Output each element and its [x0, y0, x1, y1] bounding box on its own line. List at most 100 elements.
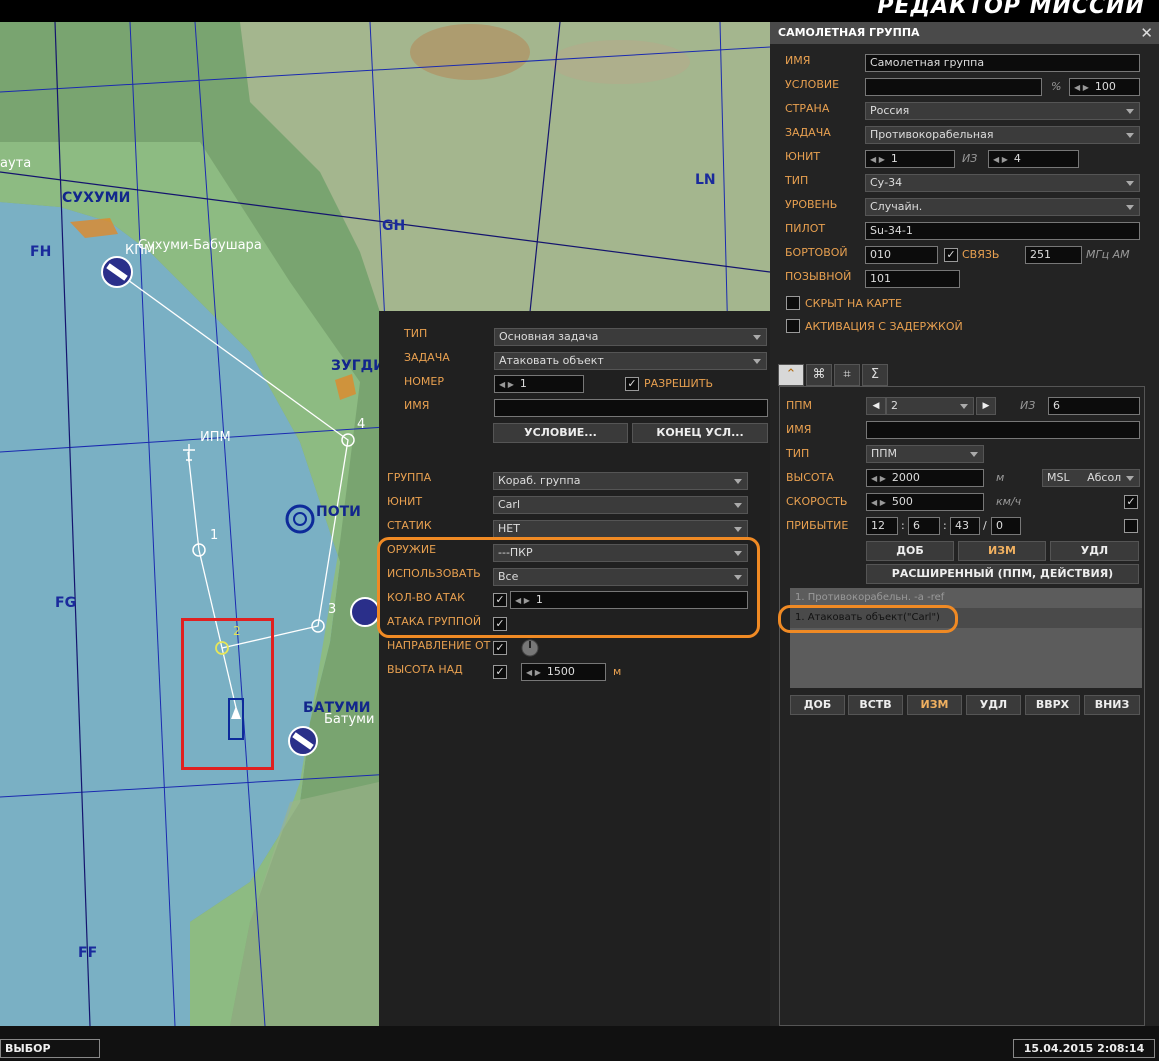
- action-down-button[interactable]: ВНИЗ: [1084, 695, 1140, 715]
- rp-unit-of-label: ИЗ: [962, 152, 978, 165]
- group-dropdown[interactable]: Кораб. группа: [493, 472, 748, 490]
- tab-route[interactable]: ⌃: [778, 364, 804, 386]
- chevron-down-icon: [1126, 133, 1134, 138]
- percent-sign: %: [1051, 80, 1062, 93]
- wp-arrival-sep-1: :: [901, 519, 905, 532]
- wp-speed-unit: км/ч: [996, 495, 1022, 508]
- wp-prev-button[interactable]: ◀: [866, 397, 886, 415]
- spinner-arrows-icon: ◀ ▶: [871, 474, 886, 483]
- map-label-sukhumi: СУХУМИ: [62, 190, 131, 206]
- wp-speed-spinner[interactable]: ◀ ▶ 500: [866, 493, 984, 511]
- task-task-value: Атаковать объект: [499, 354, 604, 367]
- wp-of-label: ИЗ: [1020, 399, 1036, 412]
- unit-dropdown[interactable]: Carl: [493, 496, 748, 514]
- task-number-spinner[interactable]: ◀ ▶ 1: [494, 375, 584, 393]
- wp-alt-spinner[interactable]: ◀ ▶ 2000: [866, 469, 984, 487]
- action-up-button[interactable]: ВВРХ: [1025, 695, 1080, 715]
- aircraft-group-panel: САМОЛЕТНАЯ ГРУППА ✕ ИМЯ Самолетная групп…: [770, 22, 1159, 1026]
- rp-skill-label: УРОВЕНЬ: [785, 198, 838, 211]
- altitude-checkbox[interactable]: ✓: [493, 665, 507, 679]
- wp-arrival-days[interactable]: 0: [991, 517, 1021, 535]
- wp-alt-unit: м: [996, 471, 1005, 484]
- wp-advanced-button[interactable]: РАСШИРЕННЫЙ (ППМ, ДЕЙСТВИЯ): [866, 564, 1139, 584]
- rp-freq-input[interactable]: 251: [1025, 246, 1082, 264]
- task-name-input[interactable]: [494, 399, 768, 417]
- direction-dial-icon[interactable]: [520, 638, 540, 658]
- static-dropdown[interactable]: НЕТ: [493, 520, 748, 538]
- rp-skill-dropdown[interactable]: Случайн.: [865, 198, 1140, 216]
- condition-button[interactable]: УСЛОВИЕ...: [493, 423, 628, 443]
- task-type-dropdown[interactable]: Основная задача: [494, 328, 767, 346]
- wp-next-button[interactable]: ▶: [976, 397, 996, 415]
- rp-comm-checkbox[interactable]: ✓: [944, 248, 958, 262]
- wp-alt-mode-dropdown[interactable]: MSL Абсол: [1042, 469, 1140, 487]
- chevron-down-icon: [753, 335, 761, 340]
- rp-pilot-input[interactable]: Su-34-1: [865, 222, 1140, 240]
- chevron-down-icon: [1126, 476, 1134, 481]
- rp-type-dropdown[interactable]: Су-34: [865, 174, 1140, 192]
- wp-speed-lock-checkbox[interactable]: ✓: [1124, 495, 1138, 509]
- rp-unit-total-spinner[interactable]: ◀ ▶ 4: [988, 150, 1079, 168]
- direction-checkbox[interactable]: ✓: [493, 641, 507, 655]
- chevron-down-icon: [960, 404, 968, 409]
- map-label-ipm: ИПМ: [200, 430, 231, 445]
- wp-type-dropdown[interactable]: ППМ: [866, 445, 984, 463]
- late-activation-label: АКТИВАЦИЯ С ЗАДЕРЖКОЙ: [805, 320, 963, 333]
- rp-country-dropdown[interactable]: Россия: [865, 102, 1140, 120]
- wp-arrival-hours[interactable]: 12: [866, 517, 898, 535]
- rp-name-input[interactable]: Самолетная группа: [865, 54, 1140, 72]
- static-label: СТАТИК: [387, 519, 432, 532]
- wp-ppm-dropdown[interactable]: 2: [886, 397, 974, 415]
- altitude-value: 1500: [546, 665, 575, 678]
- wp-delete-button[interactable]: УДЛ: [1050, 541, 1139, 561]
- wp-arrival-lock-checkbox[interactable]: [1124, 519, 1138, 533]
- chevron-down-icon: [734, 527, 742, 532]
- wp-edit-button[interactable]: ИЗМ: [958, 541, 1046, 561]
- action-add-button[interactable]: ДОБ: [790, 695, 845, 715]
- allow-checkbox[interactable]: ✓: [625, 377, 639, 391]
- wp-alt-mode: Абсол: [1087, 471, 1122, 484]
- action-delete-button[interactable]: УДЛ: [966, 695, 1021, 715]
- chevron-down-icon: [1126, 181, 1134, 186]
- task-task-dropdown[interactable]: Атаковать объект: [494, 352, 767, 370]
- mode-indicator[interactable]: ВЫБОР: [0, 1039, 100, 1058]
- action-edit-button[interactable]: ИЗМ: [907, 695, 962, 715]
- rp-task-dropdown[interactable]: Противокорабельная: [865, 126, 1140, 144]
- wp-arrival-minutes[interactable]: 6: [908, 517, 940, 535]
- rp-country-value: Россия: [870, 104, 910, 117]
- rp-condition-input[interactable]: [865, 78, 1042, 96]
- close-icon[interactable]: ✕: [1140, 22, 1153, 44]
- wp-arrival-seconds[interactable]: 43: [950, 517, 980, 535]
- status-bar: ВЫБОР 15.04.2015 2:08:14: [0, 1026, 1159, 1061]
- map-label-knm: КПМ: [125, 243, 156, 258]
- wp-arrival-label: ПРИБЫТИЕ: [786, 519, 849, 532]
- wp-alt-ref: MSL: [1047, 471, 1070, 484]
- hidden-on-map-label: СКРЫТ НА КАРТЕ: [805, 297, 902, 310]
- rp-task-value: Противокорабельная: [870, 128, 994, 141]
- end-condition-button[interactable]: КОНЕЦ УСЛ...: [632, 423, 768, 443]
- wp-add-button[interactable]: ДОБ: [866, 541, 954, 561]
- altitude-spinner[interactable]: ◀ ▶ 1500: [521, 663, 606, 681]
- rp-unit-spinner[interactable]: ◀ ▶ 1: [865, 150, 955, 168]
- tab-targets[interactable]: ⌘: [806, 364, 832, 386]
- hidden-on-map-checkbox[interactable]: [786, 296, 800, 310]
- panel-header: САМОЛЕТНАЯ ГРУППА ✕: [770, 22, 1159, 44]
- rp-percent-spinner[interactable]: ◀ ▶ 100: [1069, 78, 1140, 96]
- task-number-label: НОМЕР: [404, 375, 445, 388]
- rp-name-label: ИМЯ: [785, 54, 811, 67]
- tab-payload[interactable]: ⌗: [834, 364, 860, 386]
- spinner-arrows-icon: ◀ ▶: [993, 155, 1008, 164]
- rp-callsign-input[interactable]: 101: [865, 270, 960, 288]
- map-label-zugdidi: ЗУГДИ: [331, 358, 385, 374]
- wp-total-input[interactable]: 6: [1048, 397, 1140, 415]
- action-list[interactable]: 1. Противокорабельн. -а -ref 1. Атаковат…: [790, 588, 1142, 688]
- wp-name-input[interactable]: [866, 421, 1140, 439]
- rp-condition-label: УСЛОВИЕ: [785, 78, 840, 91]
- late-activation-checkbox[interactable]: [786, 319, 800, 333]
- action-insert-button[interactable]: ВСТВ: [848, 695, 903, 715]
- action-item-highlight: [778, 605, 958, 633]
- task-number-value: 1: [519, 377, 527, 390]
- waypoint-4-label: 4: [357, 417, 366, 432]
- tab-summary[interactable]: Σ: [862, 364, 888, 386]
- rp-board-input[interactable]: 010: [865, 246, 938, 264]
